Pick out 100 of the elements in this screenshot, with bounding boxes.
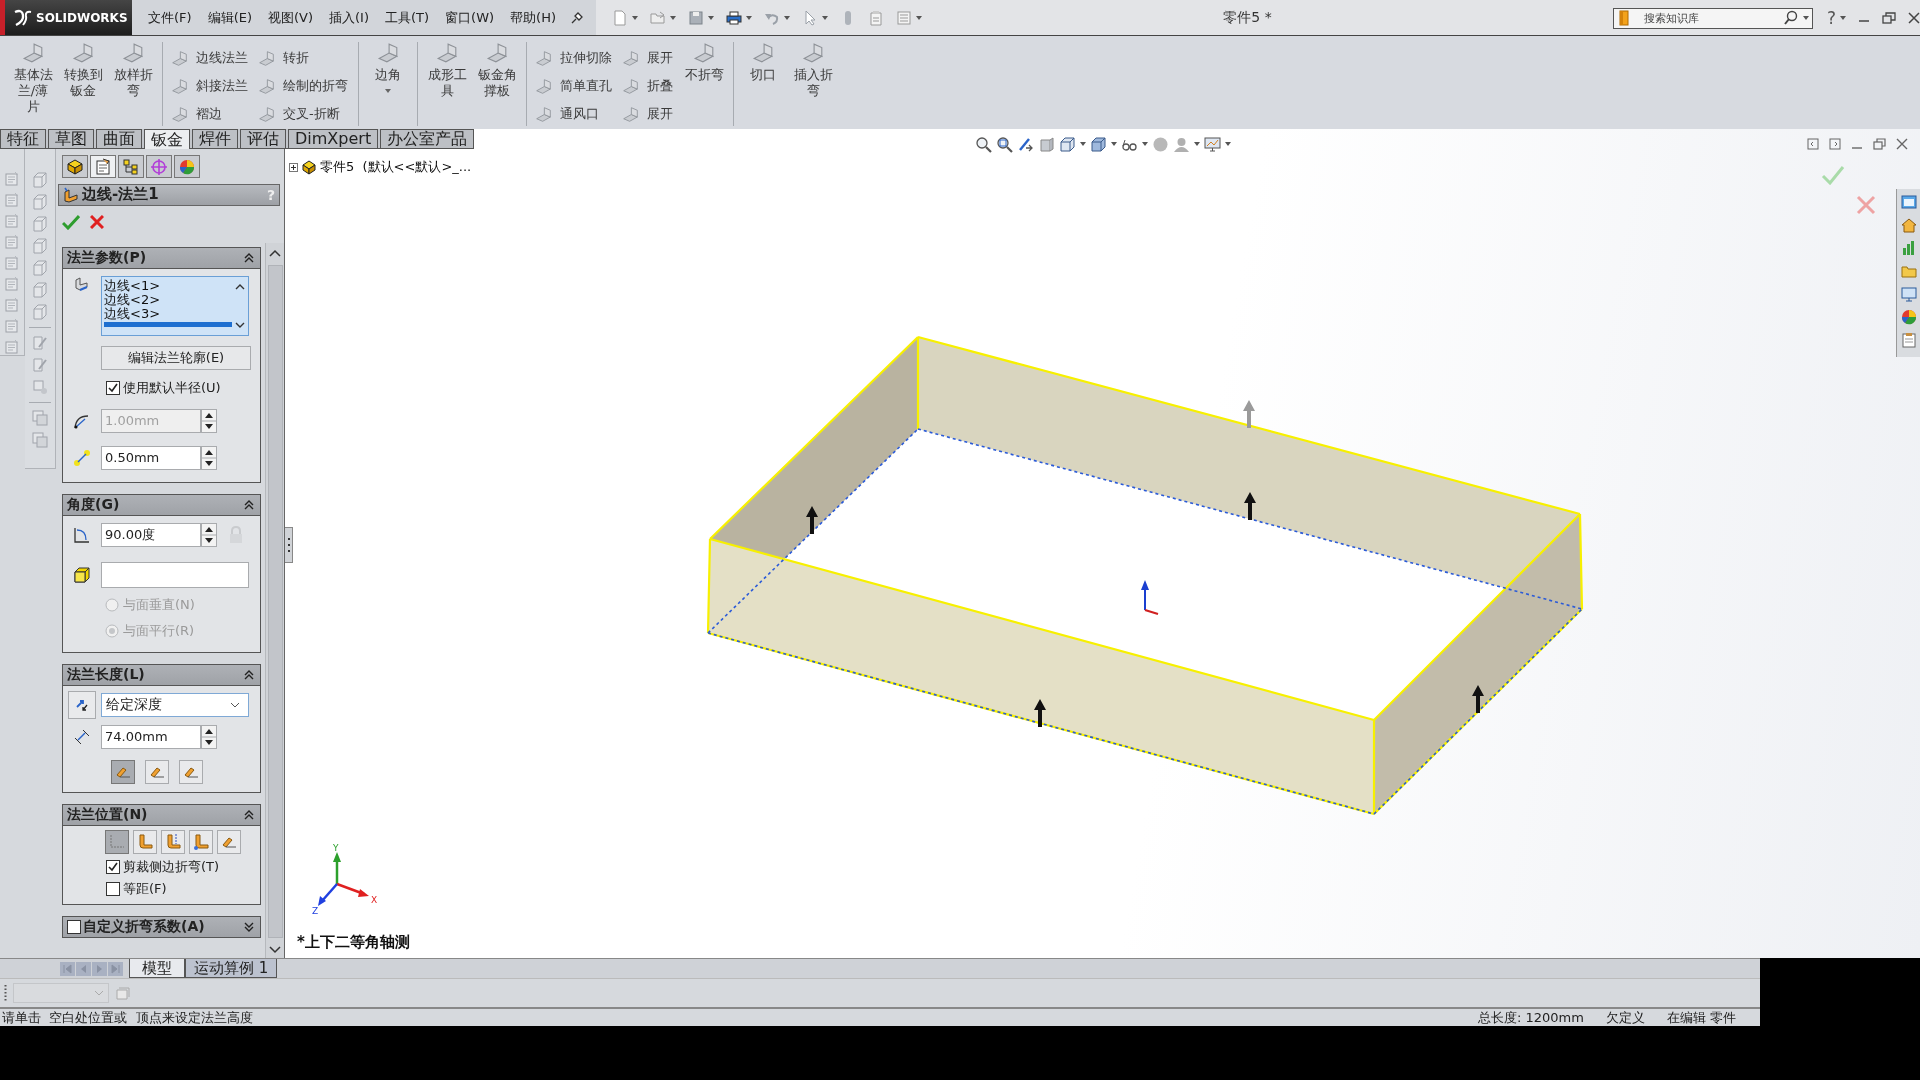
collapse-chevrons-icon[interactable] — [244, 498, 254, 511]
first-icon[interactable] — [60, 961, 75, 976]
cube-outline-icon[interactable] — [31, 259, 49, 277]
edge-list-field[interactable]: 边线<1> 边线<2> 边线<3> — [101, 275, 249, 336]
gap-field[interactable]: 0.50mm — [101, 445, 201, 470]
model-tab[interactable]: 运动算例 1 — [185, 959, 278, 978]
tool-button[interactable]: 通风口 — [535, 100, 612, 128]
tab[interactable]: 钣金 — [144, 129, 190, 149]
length-field[interactable]: 74.00mm — [101, 724, 201, 749]
magnifier-icon[interactable] — [995, 135, 1013, 153]
position-mode-button[interactable] — [105, 829, 129, 854]
tab[interactable]: 评估 — [240, 129, 286, 148]
edit-profile-button[interactable]: 编辑法兰轮廓(E) — [101, 345, 251, 370]
cube-outline-icon[interactable] — [31, 193, 49, 211]
pencil-icon[interactable] — [31, 356, 49, 374]
cube-outline-icon[interactable] — [31, 237, 49, 255]
section-header[interactable]: 法兰参数(P) — [63, 247, 260, 269]
tool-button[interactable]: 基体法兰/薄片 — [11, 42, 55, 115]
clipboard-icon[interactable] — [1900, 332, 1917, 348]
cube-outline-icon[interactable] — [31, 303, 49, 321]
tool-button[interactable]: 边角 — [366, 42, 410, 93]
tool-button[interactable]: 展开 — [622, 44, 673, 72]
tool-button[interactable]: 折叠 — [622, 72, 673, 100]
arrow-handle-icon[interactable] — [1243, 400, 1255, 428]
restore-icon[interactable] — [1873, 138, 1886, 150]
tool-button[interactable]: 转换到钣金 — [61, 42, 105, 99]
square-dot-icon[interactable] — [31, 378, 49, 396]
restore-icon[interactable] — [1882, 11, 1896, 24]
tool-button[interactable]: 切口 — [741, 42, 785, 83]
caret-icon[interactable] — [784, 15, 791, 20]
length-mode-button[interactable] — [111, 759, 135, 784]
caret-icon[interactable] — [632, 15, 639, 20]
magnifier-icon[interactable] — [974, 135, 992, 153]
arrow-handle-icon[interactable] — [1034, 699, 1046, 727]
tool-button[interactable]: 褶边 — [171, 100, 248, 128]
scroll-up-icon[interactable] — [269, 248, 281, 257]
model-tab[interactable]: 模型 — [129, 959, 185, 978]
caret-icon[interactable] — [1802, 16, 1809, 20]
spinner-icon[interactable] — [201, 445, 217, 470]
tool-button[interactable]: 钣金角撑板 — [475, 42, 519, 99]
bar-chart-icon[interactable] — [1900, 240, 1917, 256]
arrow-handle-icon[interactable] — [1472, 685, 1484, 713]
position-mode-button[interactable] — [189, 829, 213, 854]
tile-right-icon[interactable] — [1829, 138, 1841, 150]
scroll-up-icon[interactable] — [235, 282, 245, 290]
folder-icon[interactable] — [1900, 263, 1917, 279]
caret-icon[interactable] — [1193, 142, 1200, 146]
tool-button[interactable]: 插入折弯 — [791, 42, 835, 99]
close-icon[interactable] — [1896, 138, 1908, 150]
menu-item[interactable]: 工具(T) — [377, 8, 438, 27]
color-wheel-icon[interactable] — [1900, 309, 1917, 325]
spinner-icon[interactable] — [201, 522, 217, 547]
panel-tab[interactable] — [90, 155, 116, 178]
caret-icon[interactable] — [1141, 142, 1148, 146]
tool-button[interactable]: 简单直孔 — [535, 72, 612, 100]
tool-button[interactable]: 展开 — [622, 100, 673, 128]
monitor-icon[interactable] — [1900, 286, 1917, 302]
reverse-direction-button[interactable] — [68, 690, 96, 719]
cancel-x-icon[interactable] — [1856, 195, 1876, 215]
last-icon[interactable] — [108, 961, 123, 976]
arrow-handle-icon[interactable] — [806, 506, 818, 534]
close-icon[interactable] — [1908, 11, 1920, 24]
collapse-chevrons-icon[interactable] — [244, 251, 254, 264]
list-item[interactable]: 边线<1> — [104, 278, 232, 293]
ok-check-icon[interactable] — [62, 213, 80, 230]
section-header[interactable]: 自定义折弯系数(A) — [63, 916, 260, 937]
printer-icon[interactable] — [726, 9, 743, 26]
caret-icon[interactable] — [385, 89, 391, 93]
menu-item[interactable]: 文件(F) — [140, 8, 200, 27]
length-mode-button[interactable] — [179, 759, 203, 784]
scroll-down-icon[interactable] — [269, 946, 281, 954]
caret-icon[interactable] — [1224, 142, 1231, 146]
menu-item[interactable]: 窗口(W) — [437, 8, 503, 27]
shaded-cube-icon[interactable] — [1089, 135, 1107, 153]
tool-button[interactable]: 不折弯 — [682, 42, 726, 83]
caret-icon[interactable] — [1110, 142, 1117, 146]
scroll-thumb[interactable] — [267, 264, 283, 938]
spinner-icon[interactable] — [201, 408, 217, 433]
position-mode-button[interactable] — [217, 829, 241, 854]
collapse-chevrons-icon[interactable] — [244, 808, 254, 821]
search-field[interactable]: 搜索知识库 — [1612, 8, 1813, 29]
arrow-handle-icon[interactable] — [1244, 492, 1256, 520]
list-item[interactable]: 边线<3> — [104, 306, 232, 321]
position-mode-button[interactable] — [161, 829, 185, 854]
checkbox[interactable] — [106, 380, 120, 395]
cancel-x-icon[interactable] — [90, 214, 104, 229]
checkbox[interactable] — [67, 919, 81, 934]
panel-tab[interactable] — [62, 155, 88, 178]
caret-icon[interactable] — [1840, 15, 1846, 20]
search-icon[interactable] — [1782, 10, 1799, 26]
tool-button[interactable]: 边线法兰 — [171, 44, 248, 72]
length-mode-button[interactable] — [145, 759, 169, 784]
monitor-icon[interactable] — [1203, 135, 1221, 153]
pin-icon[interactable] — [570, 10, 585, 25]
cube-outline-icon[interactable] — [31, 215, 49, 233]
window-icon[interactable] — [1900, 194, 1917, 210]
menu-item[interactable]: 帮助(H) — [502, 8, 565, 27]
section-header[interactable]: 法兰位置(N) — [63, 804, 260, 826]
combo-field[interactable] — [13, 983, 109, 1003]
tool-button[interactable]: 成形工具 — [425, 42, 469, 99]
